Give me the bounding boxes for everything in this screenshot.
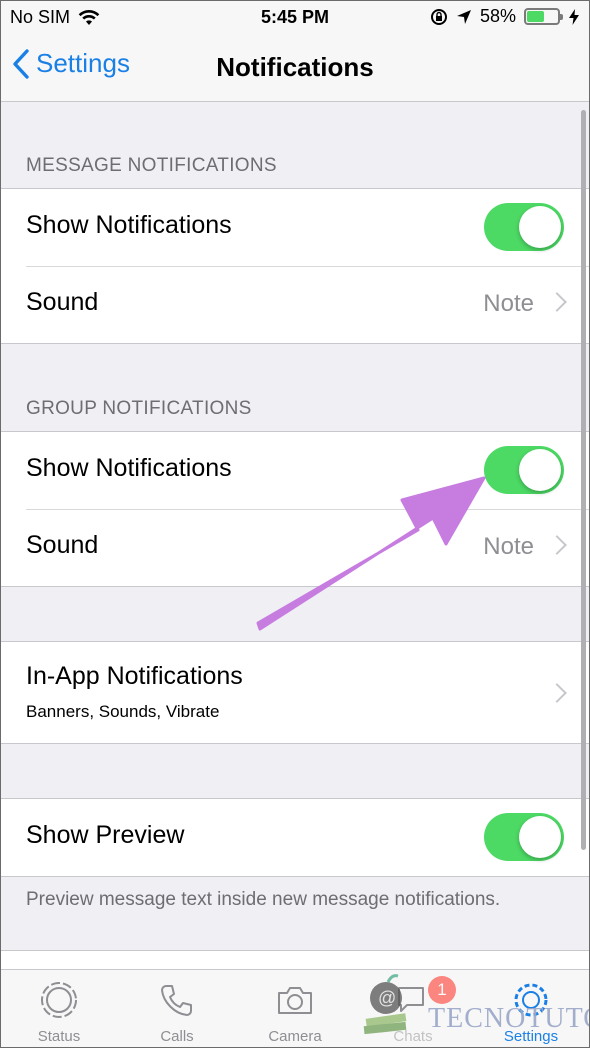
group-show-notifications-toggle[interactable] <box>484 446 564 494</box>
message-show-notifications-row: Show Notifications <box>0 189 590 266</box>
battery-icon <box>524 8 563 25</box>
message-notifications-header: MESSAGE NOTIFICATIONS <box>26 155 277 176</box>
status-bar: No SIM 5:45 PM 58% <box>0 0 590 34</box>
status-icons: 58% <box>430 6 580 27</box>
group-notifications-header: GROUP NOTIFICATIONS <box>26 398 252 419</box>
show-preview-row: Show Preview <box>0 799 590 876</box>
message-show-notifications-label: Show Notifications <box>26 211 232 239</box>
group-show-notifications-row: Show Notifications <box>0 432 590 509</box>
page-title: Notifications <box>216 52 374 82</box>
in-app-notifications-group: In-App Notifications Banners, Sounds, Vi… <box>0 641 590 744</box>
phone-icon <box>161 985 192 1016</box>
chevron-right-icon <box>547 292 567 312</box>
tab-status[interactable]: Status <box>0 970 118 1048</box>
show-preview-footer: Preview message text inside new message … <box>26 889 501 910</box>
battery-level <box>527 11 545 22</box>
charging-icon <box>569 8 579 25</box>
battery-percent: 58% <box>479 6 516 26</box>
tab-calls[interactable]: Calls <box>118 970 236 1048</box>
tab-calls-label: Calls <box>160 1028 194 1045</box>
group-sound-value: Note <box>483 533 534 560</box>
message-sound-row[interactable]: Sound Note <box>0 266 590 343</box>
message-notifications-group: Show Notifications Sound Note <box>0 188 590 344</box>
tab-camera[interactable]: Camera <box>236 970 354 1048</box>
show-preview-toggle[interactable] <box>484 813 564 861</box>
in-app-notifications-row[interactable]: In-App Notifications Banners, Sounds, Vi… <box>0 642 590 743</box>
orientation-lock-icon <box>430 8 447 25</box>
message-show-notifications-toggle[interactable] <box>484 203 564 251</box>
in-app-notifications-subtitle: Banners, Sounds, Vibrate <box>26 702 220 721</box>
tab-status-label: Status <box>37 1028 81 1045</box>
show-preview-label: Show Preview <box>26 821 185 849</box>
tab-camera-label: Camera <box>268 1028 322 1045</box>
message-sound-value: Note <box>483 290 534 317</box>
chevron-right-icon <box>547 535 567 555</box>
watermark-logo: @ <box>363 974 407 1035</box>
scrollbar[interactable] <box>581 110 586 850</box>
group-notifications-group: Show Notifications Sound Note <box>0 431 590 587</box>
navigation-bar: Settings Notifications <box>0 34 590 102</box>
group-sound-row[interactable]: Sound Note <box>0 509 590 586</box>
group-show-notifications-label: Show Notifications <box>26 454 232 482</box>
message-sound-label: Sound <box>26 288 99 316</box>
camera-icon <box>278 987 312 1014</box>
group-sound-label: Sound <box>26 531 99 559</box>
location-icon <box>456 9 471 24</box>
watermark-text: TECNOTUTO <box>428 1003 590 1034</box>
show-preview-group: Show Preview <box>0 798 590 877</box>
chats-badge: 1 <box>428 976 456 1004</box>
svg-text:@: @ <box>378 988 396 1008</box>
chevron-right-icon <box>547 683 567 703</box>
in-app-notifications-label: In-App Notifications <box>26 662 243 690</box>
status-icon <box>41 982 77 1018</box>
